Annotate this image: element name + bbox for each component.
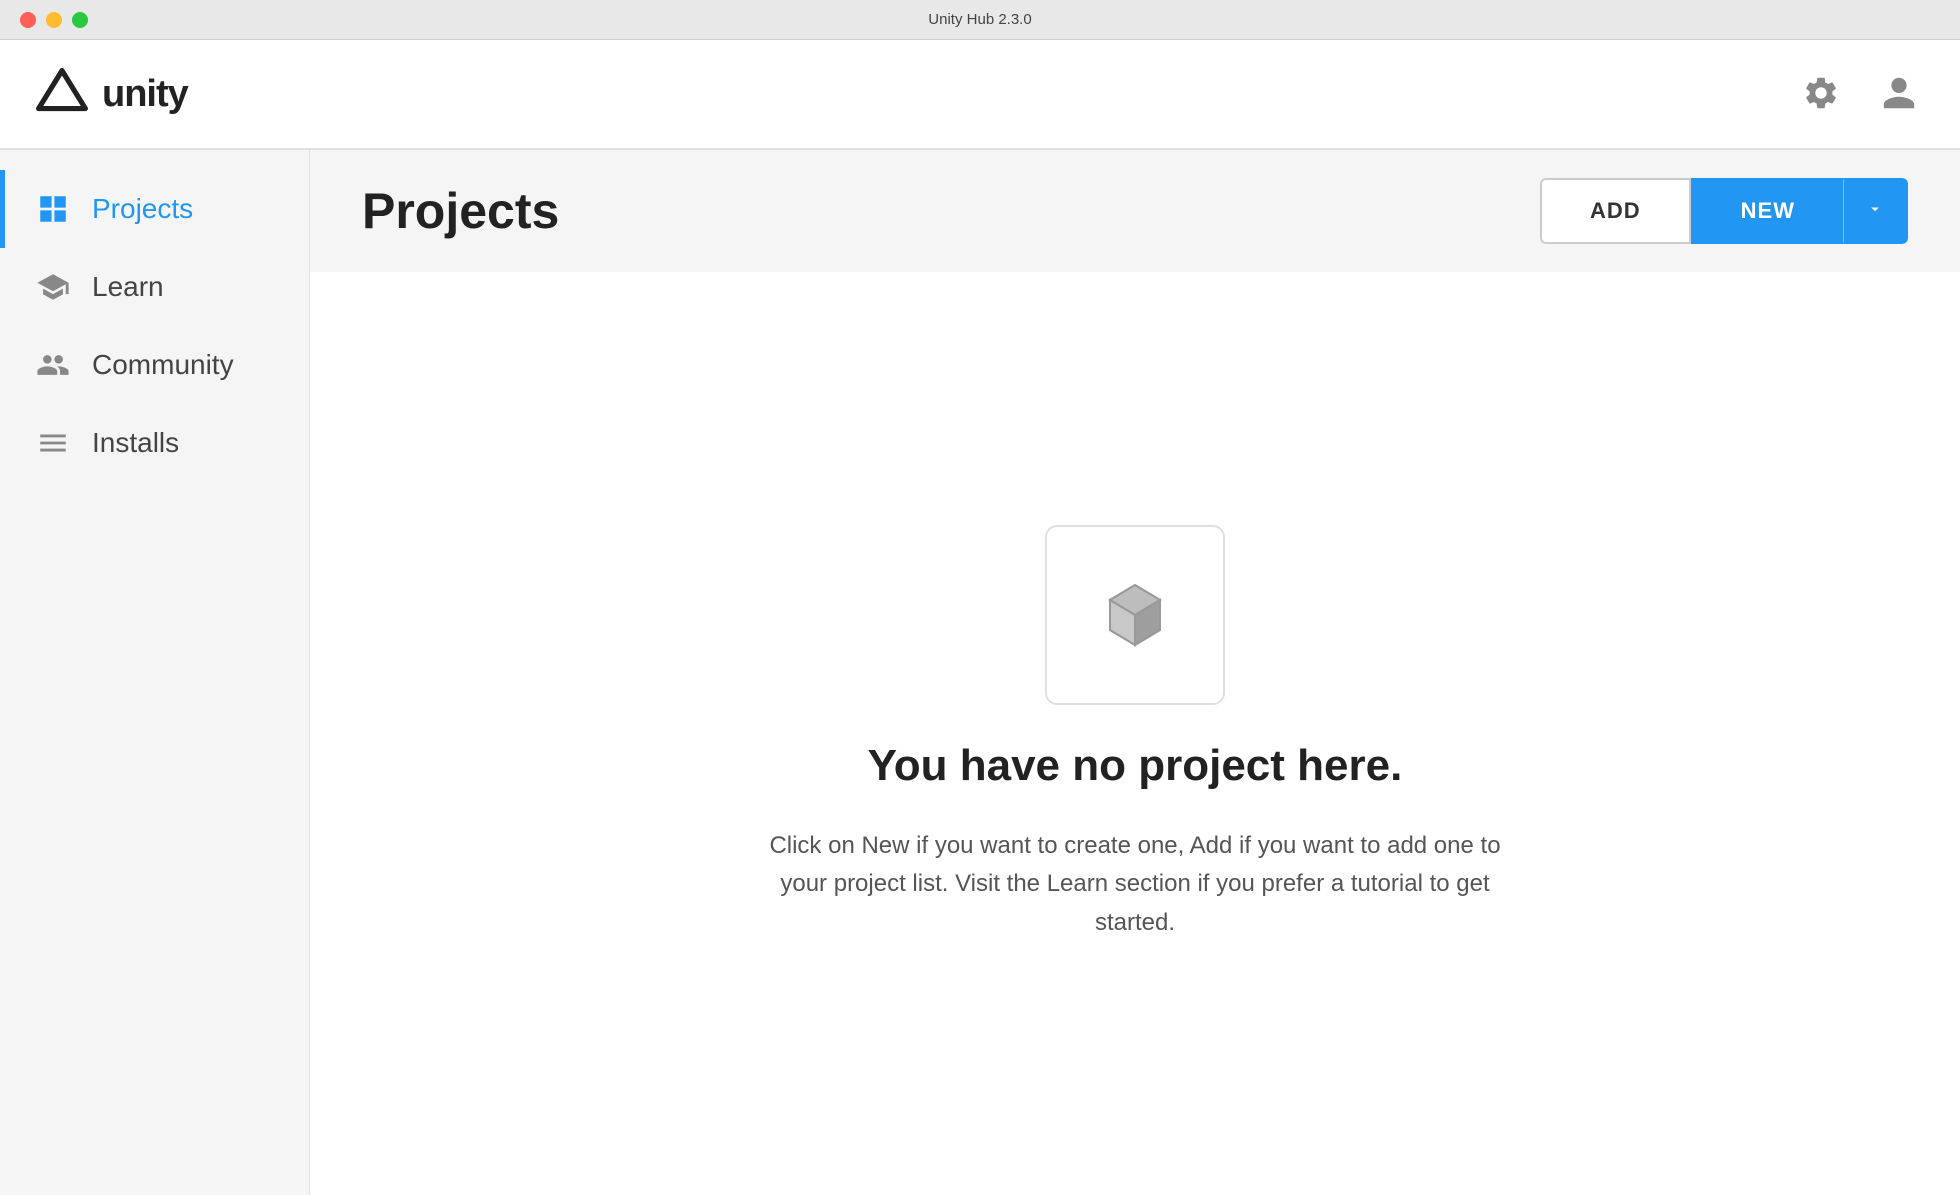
content-header: Projects ADD NEW [310,150,1960,272]
sidebar-item-community[interactable]: Community [0,326,309,404]
settings-button[interactable] [1796,68,1846,121]
maximize-button[interactable] [72,12,88,28]
empty-state: You have no project here. Click on New i… [310,272,1960,1195]
account-button[interactable] [1874,68,1924,121]
content-area: Projects ADD NEW [310,150,1960,1195]
chevron-down-icon [1866,200,1884,218]
app-header: unity [0,40,1960,150]
projects-icon [36,192,70,226]
minimize-button[interactable] [46,12,62,28]
header-actions [1796,68,1924,121]
close-button[interactable] [20,12,36,28]
sidebar-item-installs[interactable]: Installs [0,404,309,482]
gear-icon [1802,74,1840,112]
content-actions: ADD NEW [1540,178,1908,244]
learn-icon [36,270,70,304]
sidebar-item-projects[interactable]: Projects [0,170,309,248]
page-title: Projects [362,182,559,240]
installs-icon [36,426,70,460]
sidebar-community-label: Community [92,349,234,381]
sidebar-installs-label: Installs [92,427,179,459]
logo-text: unity [102,73,188,116]
sidebar-item-learn[interactable]: Learn [0,248,309,326]
logo: unity [36,68,188,120]
community-icon [36,348,70,382]
sidebar: Projects Learn Community Installs [0,150,310,1195]
sidebar-learn-label: Learn [92,271,164,303]
empty-icon-box [1045,525,1225,705]
sidebar-projects-label: Projects [92,193,193,225]
user-icon [1880,74,1918,112]
titlebar: Unity Hub 2.3.0 [0,0,1960,40]
main-layout: Projects Learn Community Installs Projec… [0,150,1960,1195]
empty-description: Click on New if you want to create one, … [755,827,1515,942]
unity-logo-icon [36,68,88,120]
window-title: Unity Hub 2.3.0 [928,11,1031,28]
traffic-lights [20,12,88,28]
new-button[interactable]: NEW [1691,178,1843,244]
cube-icon [1080,560,1190,670]
empty-title: You have no project here. [868,741,1403,791]
new-dropdown-button[interactable] [1843,178,1908,244]
add-button[interactable]: ADD [1540,178,1691,244]
